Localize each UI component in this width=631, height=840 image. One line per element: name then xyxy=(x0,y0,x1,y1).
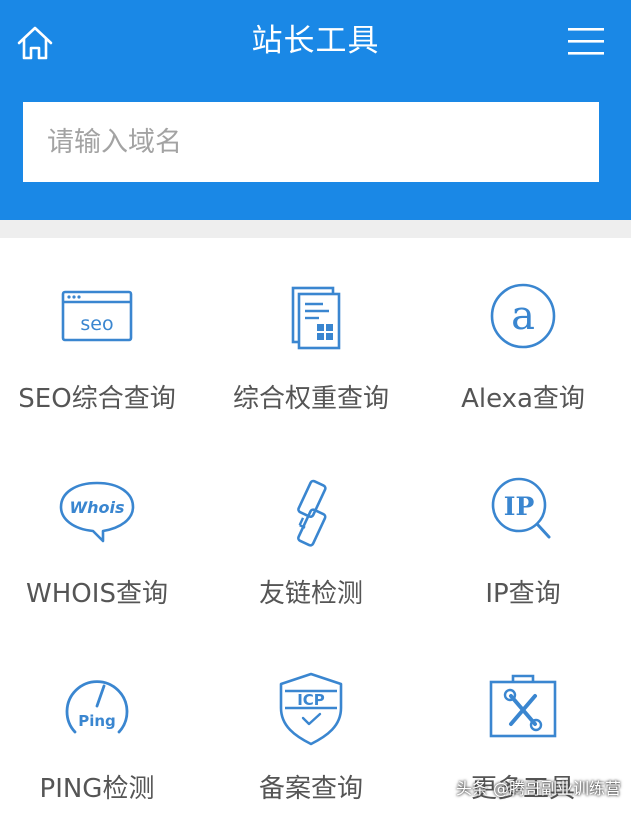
toolbox-icon xyxy=(489,674,557,738)
svg-text:ICP: ICP xyxy=(297,691,325,709)
header-bar: 站长工具 xyxy=(0,0,631,220)
watermark-text: 头条 @腾哥副业训练营 xyxy=(455,779,621,798)
hamburger-menu-icon xyxy=(568,28,604,55)
ping-gauge-icon: Ping xyxy=(65,680,129,734)
svg-text:a: a xyxy=(511,293,535,339)
document-grid-icon xyxy=(291,286,341,350)
tool-label: 综合权重查询 xyxy=(232,384,389,414)
tool-label: 备案查询 xyxy=(258,774,363,804)
domain-search-input[interactable] xyxy=(23,102,599,182)
seo-browser-icon: seo xyxy=(61,290,133,342)
section-divider xyxy=(0,220,631,238)
tool-label: Alexa查询 xyxy=(461,384,585,414)
icp-shield-icon: ICP xyxy=(279,672,343,746)
tool-more-tools[interactable]: 更多工具 xyxy=(418,670,628,840)
page-title: 站长工具 xyxy=(251,23,380,59)
svg-text:Whois: Whois xyxy=(69,498,124,517)
svg-text:IP: IP xyxy=(504,492,535,521)
tool-label: PING检测 xyxy=(39,774,155,804)
svg-text:seo: seo xyxy=(80,313,113,335)
tool-label: WHOIS查询 xyxy=(26,579,168,609)
tool-label: SEO综合查询 xyxy=(18,384,176,414)
tool-seo-query[interactable]: seo SEO综合查询 xyxy=(0,280,202,450)
menu-button[interactable] xyxy=(566,24,608,60)
svg-text:Ping: Ping xyxy=(78,712,116,730)
tool-label: IP查询 xyxy=(485,579,561,609)
alexa-a-icon: a xyxy=(490,283,556,349)
ip-magnifier-icon: IP xyxy=(491,477,551,539)
tool-icp-query[interactable]: ICP 备案查询 xyxy=(206,670,416,840)
tool-ping-check[interactable]: Ping PING检测 xyxy=(0,670,202,840)
tool-label: 友链检测 xyxy=(258,579,363,609)
tool-alexa-query[interactable]: a Alexa查询 xyxy=(418,280,628,450)
tool-whois-query[interactable]: Whois WHOIS查询 xyxy=(0,475,202,645)
tool-link-check[interactable]: 友链检测 xyxy=(206,475,416,645)
tool-ip-query[interactable]: IP IP查询 xyxy=(418,475,628,645)
tool-weight-query[interactable]: 综合权重查询 xyxy=(206,280,416,450)
chain-link-icon xyxy=(297,479,327,547)
whois-bubble-icon: Whois xyxy=(59,481,135,543)
